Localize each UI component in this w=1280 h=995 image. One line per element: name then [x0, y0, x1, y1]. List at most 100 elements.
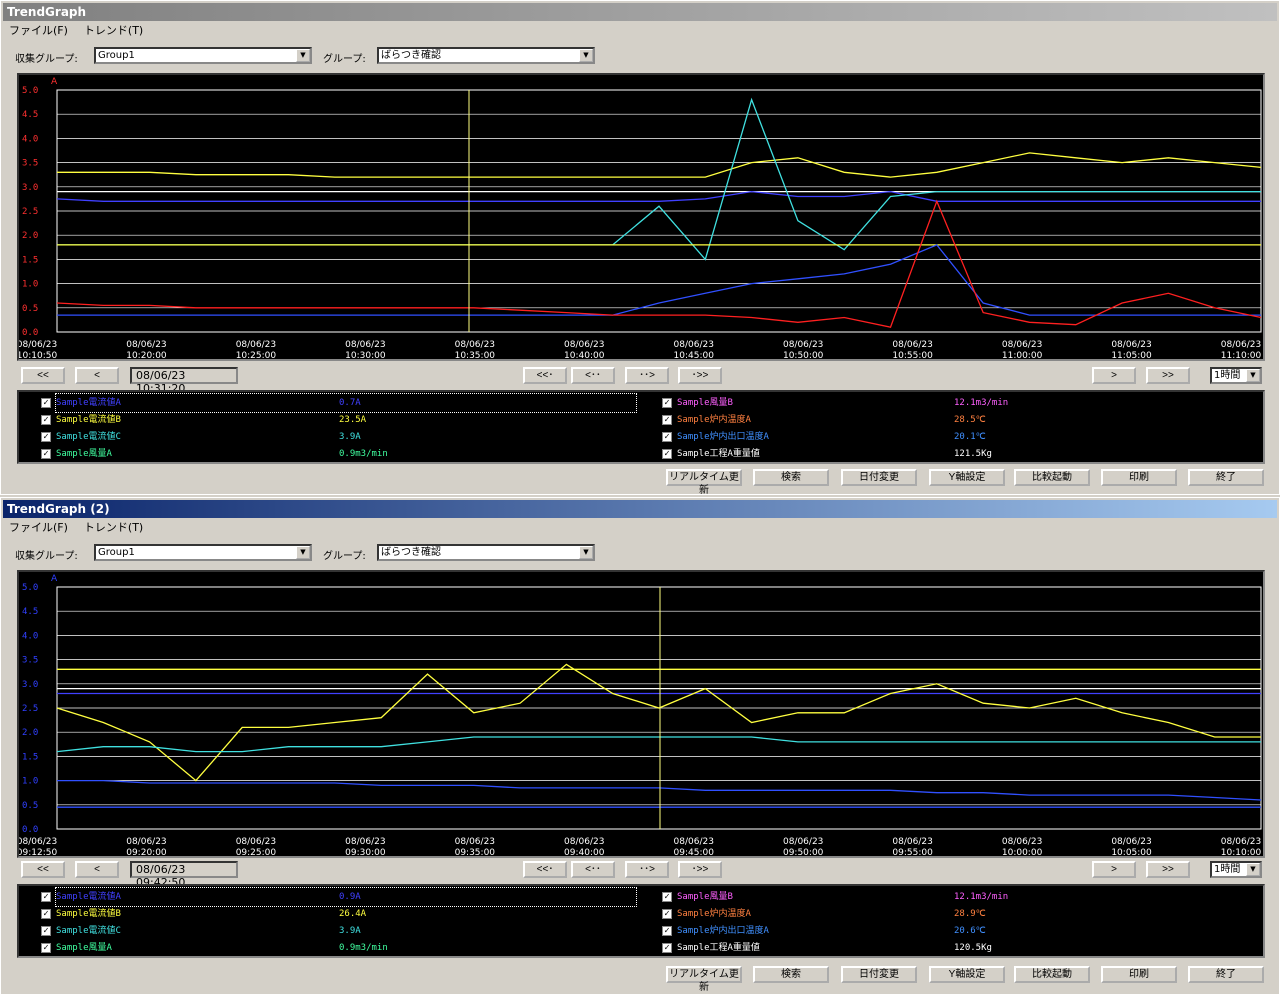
x-tick-date: 08/06/23: [1111, 837, 1151, 847]
last-page-button[interactable]: >>: [1146, 367, 1190, 384]
scroll-far-left-button[interactable]: <<･: [523, 367, 567, 384]
menu-item-trend[interactable]: トレンド(T): [84, 521, 143, 534]
series-checkbox[interactable]: ✓: [662, 892, 672, 902]
x-tick-time: 11:10:00: [1221, 351, 1262, 359]
menu-item-file[interactable]: ファイル(F): [9, 24, 68, 37]
next-page-button[interactable]: >: [1092, 367, 1136, 384]
x-tick-time: 09:45:00: [674, 848, 715, 856]
x-tick-time: 10:10:00: [1221, 848, 1262, 856]
scroll-far-right-button[interactable]: ･>>: [678, 861, 722, 878]
x-tick-time: 10:10:50: [19, 351, 57, 359]
scroll-left-button[interactable]: <･･: [571, 367, 615, 384]
range-select[interactable]: 1時間 ▼: [1210, 367, 1262, 384]
first-page-button[interactable]: <<: [21, 861, 65, 878]
series-checkbox[interactable]: ✓: [41, 415, 51, 425]
scroll-right-button[interactable]: ･･>: [625, 367, 669, 384]
scroll-right-button[interactable]: ･･>: [625, 861, 669, 878]
realtime-update-button[interactable]: リアルタイム更新: [666, 966, 742, 993]
y-tick-label: 4.5: [22, 110, 38, 120]
x-tick-time: 10:55:00: [892, 351, 933, 359]
series-checkbox[interactable]: ✓: [662, 926, 672, 936]
menu-bar: ファイル(F) トレンド(T): [3, 519, 153, 536]
series-checkbox[interactable]: ✓: [662, 943, 672, 953]
x-tick-date: 08/06/23: [19, 837, 57, 847]
x-tick-date: 08/06/23: [1221, 340, 1261, 350]
print-button[interactable]: 印刷: [1101, 469, 1177, 486]
trend-chart[interactable]: 5.0 4.5 4.0 3.5 3.0 2.5 2.0 1.5 1.0 0.5 0.0 A 08/06/…: [17, 73, 1265, 361]
y-axis-settings-button[interactable]: Y軸設定: [929, 966, 1005, 983]
change-date-button[interactable]: 日付変更: [841, 966, 917, 983]
x-tick-date: 08/06/23: [455, 837, 495, 847]
series-checkbox[interactable]: ✓: [41, 398, 51, 408]
exit-button[interactable]: 終了: [1188, 469, 1264, 486]
y-tick-label: 0.5: [22, 304, 38, 314]
group-select[interactable]: ばらつき確認 ▼: [377, 47, 595, 64]
series-checkbox[interactable]: ✓: [41, 892, 51, 902]
legend-series-name: Sample電流値C: [56, 926, 121, 936]
legend-series-name: Sample電流値B: [56, 415, 121, 425]
group-select[interactable]: ばらつき確認 ▼: [377, 544, 595, 561]
search-button[interactable]: 検索: [753, 966, 829, 983]
title-bar[interactable]: TrendGraph: [3, 3, 1277, 21]
series-checkbox[interactable]: ✓: [662, 432, 672, 442]
menu-item-file[interactable]: ファイル(F): [9, 521, 68, 534]
chevron-down-icon[interactable]: ▼: [1246, 369, 1260, 382]
x-tick-date: 08/06/23: [674, 837, 714, 847]
scroll-far-left-button[interactable]: <<･: [523, 861, 567, 878]
last-page-button[interactable]: >>: [1146, 861, 1190, 878]
range-select[interactable]: 1時間 ▼: [1210, 861, 1262, 878]
series-checkbox[interactable]: ✓: [41, 926, 51, 936]
y-tick-label: 1.5: [22, 255, 38, 265]
x-tick-time: 09:30:00: [345, 848, 386, 856]
series-checkbox[interactable]: ✓: [41, 432, 51, 442]
exit-button[interactable]: 終了: [1188, 966, 1264, 983]
legend-series-value: 23.5A: [339, 415, 367, 425]
menu-item-trend[interactable]: トレンド(T): [84, 24, 143, 37]
x-tick-time: 10:40:00: [564, 351, 605, 359]
legend-series-value: 20.1℃: [954, 432, 986, 442]
series-checkbox[interactable]: ✓: [41, 909, 51, 919]
series-line-0: [57, 152, 1262, 178]
range-value: 1時間: [1214, 370, 1241, 381]
compare-launch-button[interactable]: 比較起動: [1014, 966, 1090, 983]
series-checkbox[interactable]: ✓: [41, 943, 51, 953]
series-checkbox[interactable]: ✓: [41, 449, 51, 459]
legend-panel: ✓ Sample電流値A 0.9A ✓ Sample電流値B 26.4A ✓ Sample電流…: [17, 884, 1265, 958]
change-date-button[interactable]: 日付変更: [841, 469, 917, 486]
legend-series-name: Sample電流値A: [56, 892, 121, 902]
chevron-down-icon[interactable]: ▼: [296, 546, 310, 559]
y-tick-label: 4.0: [22, 631, 38, 641]
search-button[interactable]: 検索: [753, 469, 829, 486]
y-tick-label: 1.0: [22, 777, 38, 787]
collect-group-select[interactable]: Group1 ▼: [94, 47, 312, 64]
chevron-down-icon[interactable]: ▼: [579, 546, 593, 559]
series-checkbox[interactable]: ✓: [662, 398, 672, 408]
title-bar[interactable]: TrendGraph (2): [3, 500, 1277, 518]
chevron-down-icon[interactable]: ▼: [579, 49, 593, 62]
next-page-button[interactable]: >: [1092, 861, 1136, 878]
y-tick-label: 0.0: [22, 328, 38, 338]
x-tick-time: 10:35:00: [455, 351, 496, 359]
scroll-left-button[interactable]: <･･: [571, 861, 615, 878]
prev-page-button[interactable]: <: [75, 367, 119, 384]
x-tick-time: 11:05:00: [1111, 351, 1152, 359]
print-button[interactable]: 印刷: [1101, 966, 1177, 983]
chevron-down-icon[interactable]: ▼: [1246, 863, 1260, 876]
chevron-down-icon[interactable]: ▼: [296, 49, 310, 62]
collect-group-select[interactable]: Group1 ▼: [94, 544, 312, 561]
legend-series-name: Sample工程A重量値: [677, 449, 760, 459]
first-page-button[interactable]: <<: [21, 367, 65, 384]
compare-launch-button[interactable]: 比較起動: [1014, 469, 1090, 486]
series-checkbox[interactable]: ✓: [662, 909, 672, 919]
legend-series-name: Sample炉内温度A: [677, 415, 751, 425]
series-checkbox[interactable]: ✓: [662, 449, 672, 459]
series-checkbox[interactable]: ✓: [662, 415, 672, 425]
y-tick-label: 5.0: [22, 583, 38, 593]
x-tick-date: 08/06/23: [564, 837, 604, 847]
trend-chart[interactable]: 5.0 4.5 4.0 3.5 3.0 2.5 2.0 1.5 1.0 0.5 0.0 A 08/06/…: [17, 570, 1265, 858]
y-axis-settings-button[interactable]: Y軸設定: [929, 469, 1005, 486]
legend-series-value: 0.9m3/min: [339, 449, 388, 459]
prev-page-button[interactable]: <: [75, 861, 119, 878]
realtime-update-button[interactable]: リアルタイム更新: [666, 469, 742, 496]
scroll-far-right-button[interactable]: ･>>: [678, 367, 722, 384]
